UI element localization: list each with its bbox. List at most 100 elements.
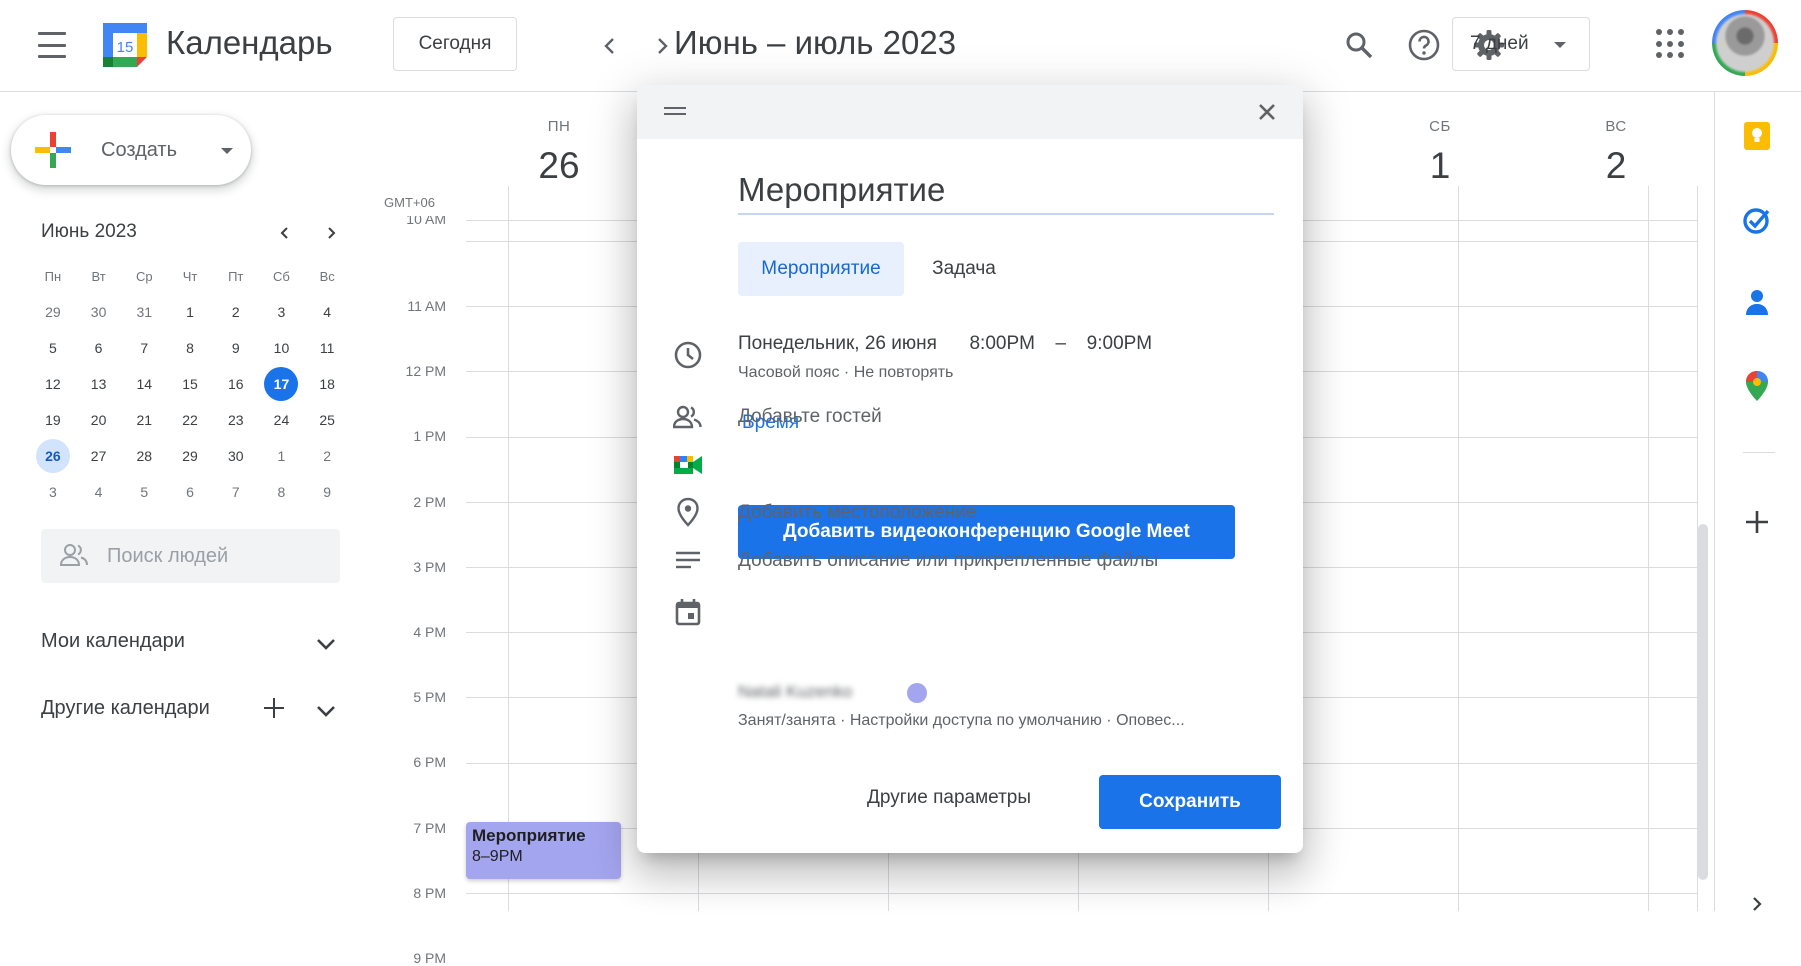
tasks-icon[interactable] (1737, 200, 1777, 240)
time-label: 9 PM (413, 950, 446, 966)
google-apps-icon[interactable] (1656, 29, 1686, 59)
mini-calendar-day[interactable]: 1 (167, 294, 213, 330)
day-header-mon[interactable]: ПН 26 (472, 118, 646, 187)
mini-calendar-day[interactable]: 1 (259, 438, 305, 474)
view-range-select[interactable]: 7 дней (1452, 17, 1590, 71)
mini-calendar-day[interactable]: 23 (213, 402, 259, 438)
mini-calendar-day[interactable]: 29 (167, 438, 213, 474)
other-calendars-label[interactable]: Другие календари (41, 697, 210, 720)
mini-calendar-day[interactable]: 6 (167, 474, 213, 510)
mini-calendar-day[interactable]: 30 (76, 294, 122, 330)
mini-calendar-day[interactable]: 9 (213, 330, 259, 366)
mini-calendar-day[interactable]: 14 (121, 366, 167, 402)
mini-calendar-day[interactable]: 21 (121, 402, 167, 438)
event-end-time[interactable]: 9:00PM (1087, 333, 1152, 354)
mini-next-month-icon[interactable] (316, 218, 346, 248)
mini-calendar-day[interactable]: 15 (167, 366, 213, 402)
create-dropdown-caret-icon[interactable] (221, 148, 233, 154)
mini-calendar-day[interactable]: 24 (259, 402, 305, 438)
keep-icon[interactable] (1737, 116, 1777, 156)
people-search-input[interactable]: Поиск людей (41, 529, 340, 583)
prev-period-icon[interactable] (590, 26, 630, 66)
time-label: 4 PM (413, 624, 446, 640)
view-range-label: 7 дней (1470, 33, 1529, 54)
add-guests-field[interactable]: Добавьте гостей (738, 406, 882, 428)
mini-calendar-day[interactable]: 28 (121, 438, 167, 474)
contacts-icon[interactable] (1737, 282, 1777, 322)
account-avatar[interactable] (1712, 10, 1778, 76)
maps-icon[interactable] (1737, 366, 1777, 406)
search-icon[interactable] (1337, 23, 1381, 67)
day-number[interactable]: 2 (1529, 145, 1703, 187)
mini-calendar-day[interactable]: 7 (121, 330, 167, 366)
availability-visibility-info[interactable]: Занят/занята · Настройки доступа по умол… (738, 712, 1185, 730)
mini-calendar-day[interactable]: 13 (76, 366, 122, 402)
mini-calendar-day[interactable]: 22 (167, 402, 213, 438)
day-header-sun[interactable]: ВС 2 (1529, 118, 1703, 187)
mini-calendar-day[interactable]: 5 (30, 330, 76, 366)
mini-calendar-day-number: 30 (227, 448, 244, 464)
mini-calendar-day[interactable]: 29 (30, 294, 76, 330)
add-location-field[interactable]: Добавить местоположение (738, 502, 976, 524)
grid-scrollbar[interactable] (1698, 524, 1708, 880)
mini-calendar-day[interactable]: 10 (259, 330, 305, 366)
location-pin-icon (672, 496, 704, 528)
create-button[interactable]: Создать (11, 115, 251, 185)
day-number[interactable]: 1 (1353, 145, 1527, 187)
add-description-field[interactable]: Добавить описание или прикрепленные файл… (738, 550, 1158, 572)
mini-calendar-day[interactable]: 19 (30, 402, 76, 438)
mini-calendar-day[interactable]: 20 (76, 402, 122, 438)
expand-panel-chevron-icon[interactable] (1737, 884, 1777, 924)
mini-calendar-day[interactable]: 8 (259, 474, 305, 510)
main-menu-icon[interactable] (30, 28, 74, 62)
add-addon-plus-icon[interactable] (1737, 502, 1777, 542)
tab-event[interactable]: Мероприятие (738, 242, 904, 296)
event-date[interactable]: Понедельник, 26 июня (738, 333, 937, 354)
help-icon[interactable] (1402, 23, 1446, 67)
event-chip[interactable]: Мероприятие 8–9PM (466, 822, 621, 879)
mini-calendar-day[interactable]: 11 (304, 330, 350, 366)
mini-calendar-day[interactable]: 3 (259, 294, 305, 330)
my-calendars-chevron-down-icon[interactable] (312, 630, 340, 658)
mini-calendar-day[interactable]: 9 (304, 474, 350, 510)
more-options-button[interactable]: Другие параметры (867, 787, 1031, 809)
mini-calendar-day[interactable]: 8 (167, 330, 213, 366)
mini-calendar-day[interactable]: 27 (76, 438, 122, 474)
add-other-calendar-plus-icon[interactable] (260, 694, 288, 722)
event-datetime[interactable]: Понедельник, 26 июня 8:00PM – 9:00PM (738, 333, 1152, 355)
my-calendars-label[interactable]: Мои календари (41, 630, 185, 653)
dialog-header[interactable] (637, 85, 1303, 139)
mini-calendar-day[interactable]: 3 (30, 474, 76, 510)
event-title-input[interactable]: Мероприятие (738, 171, 1274, 215)
mini-calendar-day[interactable]: 4 (76, 474, 122, 510)
tab-task[interactable]: Задача (914, 242, 1014, 296)
day-header-sat[interactable]: СБ 1 (1353, 118, 1527, 187)
mini-calendar-day[interactable]: 30 (213, 438, 259, 474)
mini-calendar-day[interactable]: 17 (259, 366, 305, 402)
mini-prev-month-icon[interactable] (270, 218, 300, 248)
mini-calendar-day[interactable]: 2 (304, 438, 350, 474)
other-calendars-chevron-down-icon[interactable] (312, 697, 340, 725)
save-button[interactable]: Сохранить (1099, 775, 1281, 829)
calendar-color-dot[interactable] (907, 683, 927, 703)
mini-calendar-day[interactable]: 4 (304, 294, 350, 330)
today-button[interactable]: Сегодня (393, 17, 517, 71)
mini-calendar-day[interactable]: 31 (121, 294, 167, 330)
mini-calendar-day[interactable]: 18 (304, 366, 350, 402)
event-start-time[interactable]: 8:00PM (969, 333, 1034, 354)
mini-calendar-day[interactable]: 12 (30, 366, 76, 402)
day-number[interactable]: 26 (472, 145, 646, 187)
mini-calendar-day[interactable]: 5 (121, 474, 167, 510)
mini-calendar-day[interactable]: 7 (213, 474, 259, 510)
mini-calendar-day[interactable]: 26 (30, 438, 76, 474)
mini-calendar-day[interactable]: 2 (213, 294, 259, 330)
mini-calendar-day[interactable]: 25 (304, 402, 350, 438)
mini-calendar-day[interactable]: 6 (76, 330, 122, 366)
calendar-owner-name[interactable]: Natali Kuzenko (738, 682, 852, 702)
close-icon[interactable] (1250, 95, 1284, 129)
mini-calendar-month: Июнь 2023 (41, 221, 137, 242)
mini-calendar-day[interactable]: 16 (213, 366, 259, 402)
drag-handle-icon[interactable] (664, 107, 686, 117)
mini-calendar-day-number: 15 (182, 376, 198, 392)
mini-calendar-day-number: 4 (94, 484, 103, 500)
